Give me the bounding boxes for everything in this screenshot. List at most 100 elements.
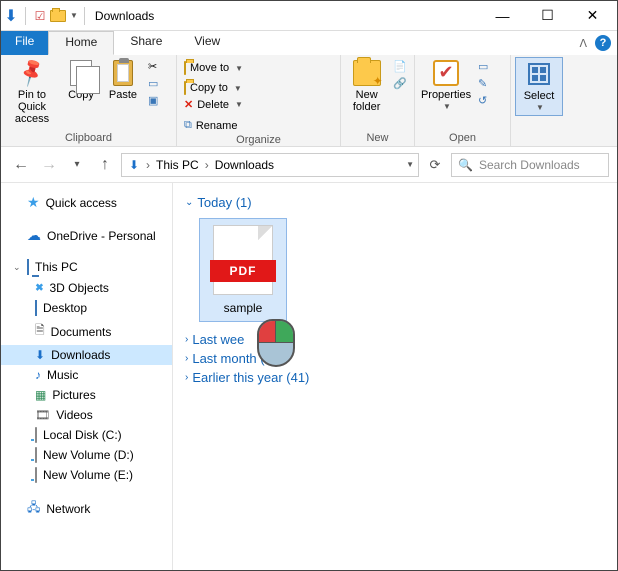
history-button[interactable]: ↺ xyxy=(475,93,491,108)
sidebar-item-local-disk-c[interactable]: Local Disk (C:) xyxy=(1,425,172,445)
edit-button[interactable]: ✎ xyxy=(475,76,491,91)
drive-icon xyxy=(35,468,37,482)
sidebar-item-3d-objects[interactable]: 🞮3D Objects xyxy=(1,277,172,298)
network-icon: 🖧 xyxy=(27,498,40,519)
breadcrumb[interactable]: ⬇ › This PC › Downloads ▼ xyxy=(121,153,419,177)
sidebar-item-new-volume-d[interactable]: New Volume (D:) xyxy=(1,445,172,465)
sidebar-onedrive[interactable]: ▸☁OneDrive - Personal xyxy=(1,224,172,247)
3d-icon: 🞮 xyxy=(35,280,43,295)
group-last-week[interactable]: ›Last wee xyxy=(185,330,605,349)
breadcrumb-dropdown-icon[interactable]: ▼ xyxy=(406,160,414,169)
properties-icon: ✔ xyxy=(432,59,460,87)
new-folder-button[interactable]: New folder xyxy=(345,57,388,115)
close-button[interactable]: ✕ xyxy=(570,1,615,30)
new-folder-icon xyxy=(353,59,381,87)
history-icon: ↺ xyxy=(478,94,487,107)
tab-share[interactable]: Share xyxy=(114,31,178,55)
rename-button[interactable]: ⧉Rename xyxy=(181,118,259,133)
location-icon: ⬇ xyxy=(126,157,142,173)
paste-label: Paste xyxy=(109,89,137,101)
back-button[interactable]: ← xyxy=(9,153,33,177)
sidebar-item-documents[interactable]: 🗎Documents xyxy=(1,318,172,345)
sidebar-item-new-volume-e[interactable]: New Volume (E:) xyxy=(1,465,172,485)
tab-home[interactable]: Home xyxy=(48,31,114,55)
scissors-icon: ✂ xyxy=(148,60,157,73)
forward-button[interactable]: → xyxy=(37,153,61,177)
window-title: Downloads xyxy=(95,9,154,23)
file-list[interactable]: ⌄Today (1) PDF sample ›Last wee ›Last mo… xyxy=(173,183,617,570)
pictures-icon: ▦ xyxy=(35,388,46,402)
new-folder-label: New folder xyxy=(347,89,386,113)
search-box[interactable]: 🔍 Search Downloads xyxy=(451,153,609,177)
up-button[interactable]: ↑ xyxy=(93,153,117,177)
group-organize-label: Organize xyxy=(181,133,336,148)
delete-button[interactable]: ✕Delete▼ xyxy=(181,97,259,112)
properties-button[interactable]: ✔ Properties ▼ xyxy=(419,57,473,114)
group-earlier-this-year[interactable]: ›Earlier this year (41) xyxy=(185,368,605,387)
drive-icon xyxy=(35,428,37,442)
qat-properties-icon[interactable]: ☑ xyxy=(32,8,48,24)
rename-icon: ⧉ xyxy=(184,119,192,132)
help-icon[interactable]: ? xyxy=(595,35,611,51)
documents-icon: 🗎 xyxy=(35,321,45,342)
sidebar-item-pictures[interactable]: ▦Pictures xyxy=(1,385,172,405)
file-item-sample[interactable]: PDF sample xyxy=(199,218,287,322)
sidebar-item-desktop[interactable]: Desktop xyxy=(1,298,172,318)
chevron-right-icon: › xyxy=(185,353,188,364)
edit-icon: ✎ xyxy=(478,77,487,90)
drive-icon xyxy=(35,448,37,462)
select-button[interactable]: Select ▼ xyxy=(515,57,563,116)
pin-icon: 📌 xyxy=(13,54,51,92)
sidebar-item-downloads[interactable]: ⬇Downloads xyxy=(1,345,172,365)
paste-button[interactable]: Paste xyxy=(103,57,143,103)
maximize-button[interactable]: ☐ xyxy=(525,1,570,30)
sidebar-quick-access[interactable]: ▸★Quick access xyxy=(1,191,172,214)
move-to-button[interactable]: Move to▼ xyxy=(181,61,259,75)
tab-file[interactable]: File xyxy=(1,31,48,55)
new-item-icon: 📄 xyxy=(393,60,407,73)
tab-view[interactable]: View xyxy=(178,31,236,55)
paste-shortcut-button[interactable]: ▣ xyxy=(145,93,161,108)
copyto-icon xyxy=(184,82,186,94)
group-last-month[interactable]: ›Last month (10) xyxy=(185,349,605,368)
path-icon: ▭ xyxy=(148,77,158,90)
easy-access-icon: 🔗 xyxy=(393,77,407,90)
pc-icon xyxy=(27,260,29,274)
ribbon-collapse-icon[interactable]: ᐱ xyxy=(579,37,587,50)
cloud-icon: ☁ xyxy=(27,227,41,244)
select-label: Select xyxy=(524,90,555,102)
recent-dropdown[interactable]: ▾ xyxy=(65,153,89,177)
qat-folder-icon[interactable] xyxy=(50,8,66,24)
minimize-button[interactable]: — xyxy=(480,1,525,30)
properties-label: Properties xyxy=(421,89,471,101)
group-today[interactable]: ⌄Today (1) xyxy=(185,193,605,212)
paste-icon xyxy=(109,59,137,87)
videos-icon: 🎞 xyxy=(35,408,50,422)
sidebar-network[interactable]: ▸🖧Network xyxy=(1,495,172,522)
easy-access-button[interactable]: 🔗 xyxy=(390,76,410,91)
cut-button[interactable]: ✂ xyxy=(145,59,161,74)
ribbon: 📌 Pin to Quick access Copy Paste ✂ ▭ ▣ C… xyxy=(1,55,617,147)
open-button[interactable]: ▭ xyxy=(475,59,491,74)
search-icon: 🔍 xyxy=(458,158,473,172)
select-icon xyxy=(525,60,553,88)
star-icon: ★ xyxy=(27,194,40,211)
sidebar-this-pc[interactable]: ⌄This PC xyxy=(1,257,172,277)
breadcrumb-current[interactable]: Downloads xyxy=(213,158,276,172)
copy-path-button[interactable]: ▭ xyxy=(145,76,161,91)
breadcrumb-root[interactable]: This PC xyxy=(154,158,201,172)
new-item-button[interactable]: 📄 xyxy=(390,59,410,74)
title-bar: ⬇ ☑ ▼ Downloads — ☐ ✕ xyxy=(1,1,617,31)
music-icon: ♪ xyxy=(35,368,41,382)
qat-dropdown-icon[interactable]: ▼ xyxy=(70,11,78,20)
moveto-icon xyxy=(184,62,186,74)
refresh-button[interactable]: ⟳ xyxy=(423,153,447,177)
sidebar-item-music[interactable]: ♪Music xyxy=(1,365,172,385)
group-new-label: New xyxy=(345,131,410,146)
sidebar-item-videos[interactable]: 🎞Videos xyxy=(1,405,172,425)
app-icon: ⬇ xyxy=(3,8,19,24)
copy-to-button[interactable]: Copy to▼ xyxy=(181,81,259,95)
pin-quick-access-button[interactable]: 📌 Pin to Quick access xyxy=(5,57,59,127)
copy-button[interactable]: Copy xyxy=(61,57,101,103)
copy-icon xyxy=(67,59,95,87)
